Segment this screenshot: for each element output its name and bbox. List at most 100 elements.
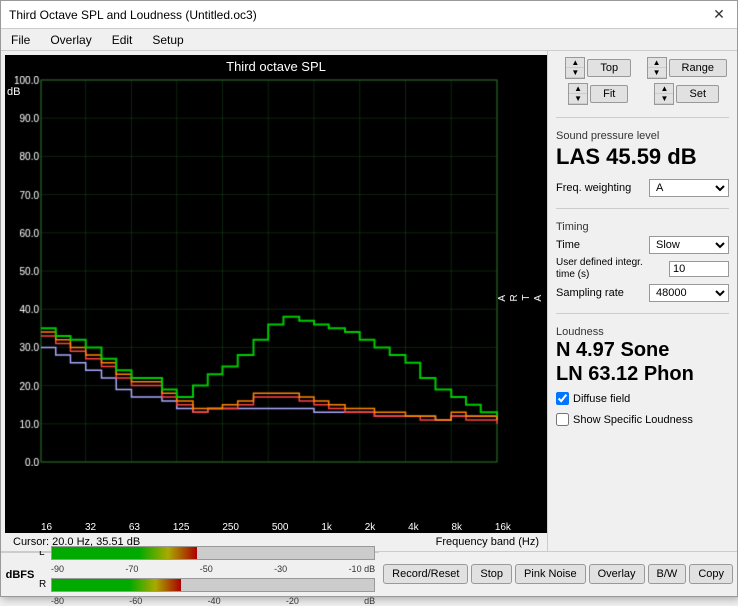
top-spinner: ▲ ▼ Top — [565, 57, 631, 79]
scale-minus30: -30 — [274, 564, 287, 574]
diffuse-field-checkbox[interactable] — [556, 392, 569, 405]
x-label-125: 125 — [173, 522, 190, 533]
scale-minus70: -70 — [125, 564, 138, 574]
x-label-1k: 1k — [321, 522, 332, 533]
dbfs-label: dBFS — [5, 569, 35, 581]
x-label-500: 500 — [272, 522, 289, 533]
top-down-button[interactable]: ▼ — [566, 68, 584, 78]
x-label-250: 250 — [222, 522, 239, 533]
user-integr-input[interactable] — [669, 261, 729, 277]
scale2-minus20: -20 — [286, 596, 299, 606]
timing-section: Timing Time Slow Fast Impulse User defin… — [556, 217, 729, 305]
timing-section-label: Timing — [556, 221, 729, 233]
range-spinner-buttons: ▲ ▼ — [647, 57, 667, 79]
set-down-button[interactable]: ▼ — [655, 94, 673, 104]
loudness-section-label: Loudness — [556, 326, 729, 338]
scale2-minus60: -60 — [129, 596, 142, 606]
x-label-8k: 8k — [451, 522, 462, 533]
arta-watermark: ARTA — [497, 294, 545, 301]
range-button[interactable]: Range — [669, 59, 727, 77]
set-control-group: ▲ ▼ Set — [645, 83, 730, 105]
divider-2 — [556, 208, 729, 209]
sampling-rate-row: Sampling rate 48000 44100 96000 — [556, 284, 729, 302]
record-reset-button[interactable]: Record/Reset — [383, 564, 468, 584]
overlay-button[interactable]: Overlay — [589, 564, 645, 584]
title-bar: Third Octave SPL and Loudness (Untitled.… — [1, 1, 737, 29]
show-specific-checkbox[interactable] — [556, 413, 569, 426]
top-spinner-buttons: ▲ ▼ — [565, 57, 585, 79]
copy-button[interactable]: Copy — [689, 564, 733, 584]
right-panel: ▲ ▼ Top ▲ ▼ Range — [547, 51, 737, 551]
range-spinner: ▲ ▼ Range — [647, 57, 727, 79]
scale-minus90: -90 — [51, 564, 64, 574]
action-buttons: Record/Reset Stop Pink Noise Overlay B/W… — [379, 552, 737, 596]
user-integr-label: User defined integr. time (s) — [556, 257, 646, 281]
set-button[interactable]: Set — [676, 85, 719, 103]
fit-control-group: ▲ ▼ Fit — [556, 83, 641, 105]
time-row: Time Slow Fast Impulse — [556, 236, 729, 254]
time-label: Time — [556, 239, 580, 251]
menu-overlay[interactable]: Overlay — [44, 32, 97, 48]
chart-title: Third octave SPL — [5, 55, 547, 76]
divider-1 — [556, 117, 729, 118]
scale2-minus40: -40 — [208, 596, 221, 606]
top-up-button[interactable]: ▲ — [566, 58, 584, 68]
freq-band-label: Frequency band (Hz) — [436, 536, 539, 548]
meter-scale-bottom: -80 -60 -40 -20 dB — [39, 596, 375, 606]
main-content: Third octave SPL ARTA dB 16 32 63 125 25… — [1, 51, 737, 551]
x-label-2k: 2k — [365, 522, 376, 533]
time-select[interactable]: Slow Fast Impulse — [649, 236, 729, 254]
meter-R-label: R — [39, 579, 49, 590]
sampling-rate-label: Sampling rate — [556, 287, 624, 299]
meter-R-fill — [52, 579, 181, 591]
freq-weighting-label: Freq. weighting — [556, 182, 631, 194]
dbfs-bar: dBFS L -90 -70 -50 -30 -10 dB R — [1, 552, 379, 596]
loudness-section: Loudness N 4.97 Sone LN 63.12 Phon — [556, 322, 729, 386]
x-label-32: 32 — [85, 522, 96, 533]
stop-button[interactable]: Stop — [471, 564, 512, 584]
meter-L-bar — [51, 546, 375, 560]
scale-minus10: -10 dB — [349, 564, 376, 574]
spl-section: Sound pressure level LAS 45.59 dB — [556, 126, 729, 172]
scale-minus50: -50 — [200, 564, 213, 574]
bw-button[interactable]: B/W — [648, 564, 687, 584]
range-down-button[interactable]: ▼ — [648, 68, 666, 78]
menu-setup[interactable]: Setup — [146, 32, 189, 48]
menu-edit[interactable]: Edit — [106, 32, 139, 48]
user-integr-row: User defined integr. time (s) — [556, 257, 729, 281]
scale2-db: dB — [364, 596, 375, 606]
x-label-63: 63 — [129, 522, 140, 533]
chart-container: ARTA dB — [5, 76, 547, 520]
fit-down-button[interactable]: ▼ — [569, 94, 587, 104]
set-up-button[interactable]: ▲ — [655, 84, 673, 94]
fit-spinner-buttons: ▲ ▼ — [568, 83, 588, 105]
freq-weighting-row: Freq. weighting A B C Z — [556, 179, 729, 197]
fit-up-button[interactable]: ▲ — [569, 84, 587, 94]
menu-file[interactable]: File — [5, 32, 36, 48]
sampling-rate-select[interactable]: 48000 44100 96000 — [649, 284, 729, 302]
range-up-button[interactable]: ▲ — [648, 58, 666, 68]
chart-canvas — [5, 76, 515, 466]
spl-section-label: Sound pressure level — [556, 130, 729, 142]
meter-row-R: R — [39, 576, 375, 594]
top-button[interactable]: Top — [587, 59, 631, 77]
meter-row-L: L — [39, 544, 375, 562]
scale2-minus80: -80 — [51, 596, 64, 606]
meter-section: L -90 -70 -50 -30 -10 dB R — [39, 544, 375, 606]
fit-spinner: ▲ ▼ Fit — [568, 83, 628, 105]
window-title: Third Octave SPL and Loudness (Untitled.… — [9, 8, 257, 22]
x-axis-labels: 16 32 63 125 250 500 1k 2k 4k 8k 16k — [5, 520, 547, 533]
x-label-16k: 16k — [495, 522, 511, 533]
top-control-group: ▲ ▼ Top — [556, 57, 641, 79]
show-specific-row: Show Specific Loudness — [556, 413, 729, 426]
divider-3 — [556, 313, 729, 314]
range-control-group: ▲ ▼ Range — [645, 57, 730, 79]
loudness-n-value: N 4.97 Sone — [556, 338, 729, 362]
freq-weighting-select[interactable]: A B C Z — [649, 179, 729, 197]
x-label-16: 16 — [41, 522, 52, 533]
diffuse-field-label: Diffuse field — [573, 393, 630, 405]
meter-scale-top: -90 -70 -50 -30 -10 dB — [39, 564, 375, 574]
close-button[interactable]: ✕ — [709, 5, 729, 25]
fit-button[interactable]: Fit — [590, 85, 628, 103]
pink-noise-button[interactable]: Pink Noise — [515, 564, 586, 584]
